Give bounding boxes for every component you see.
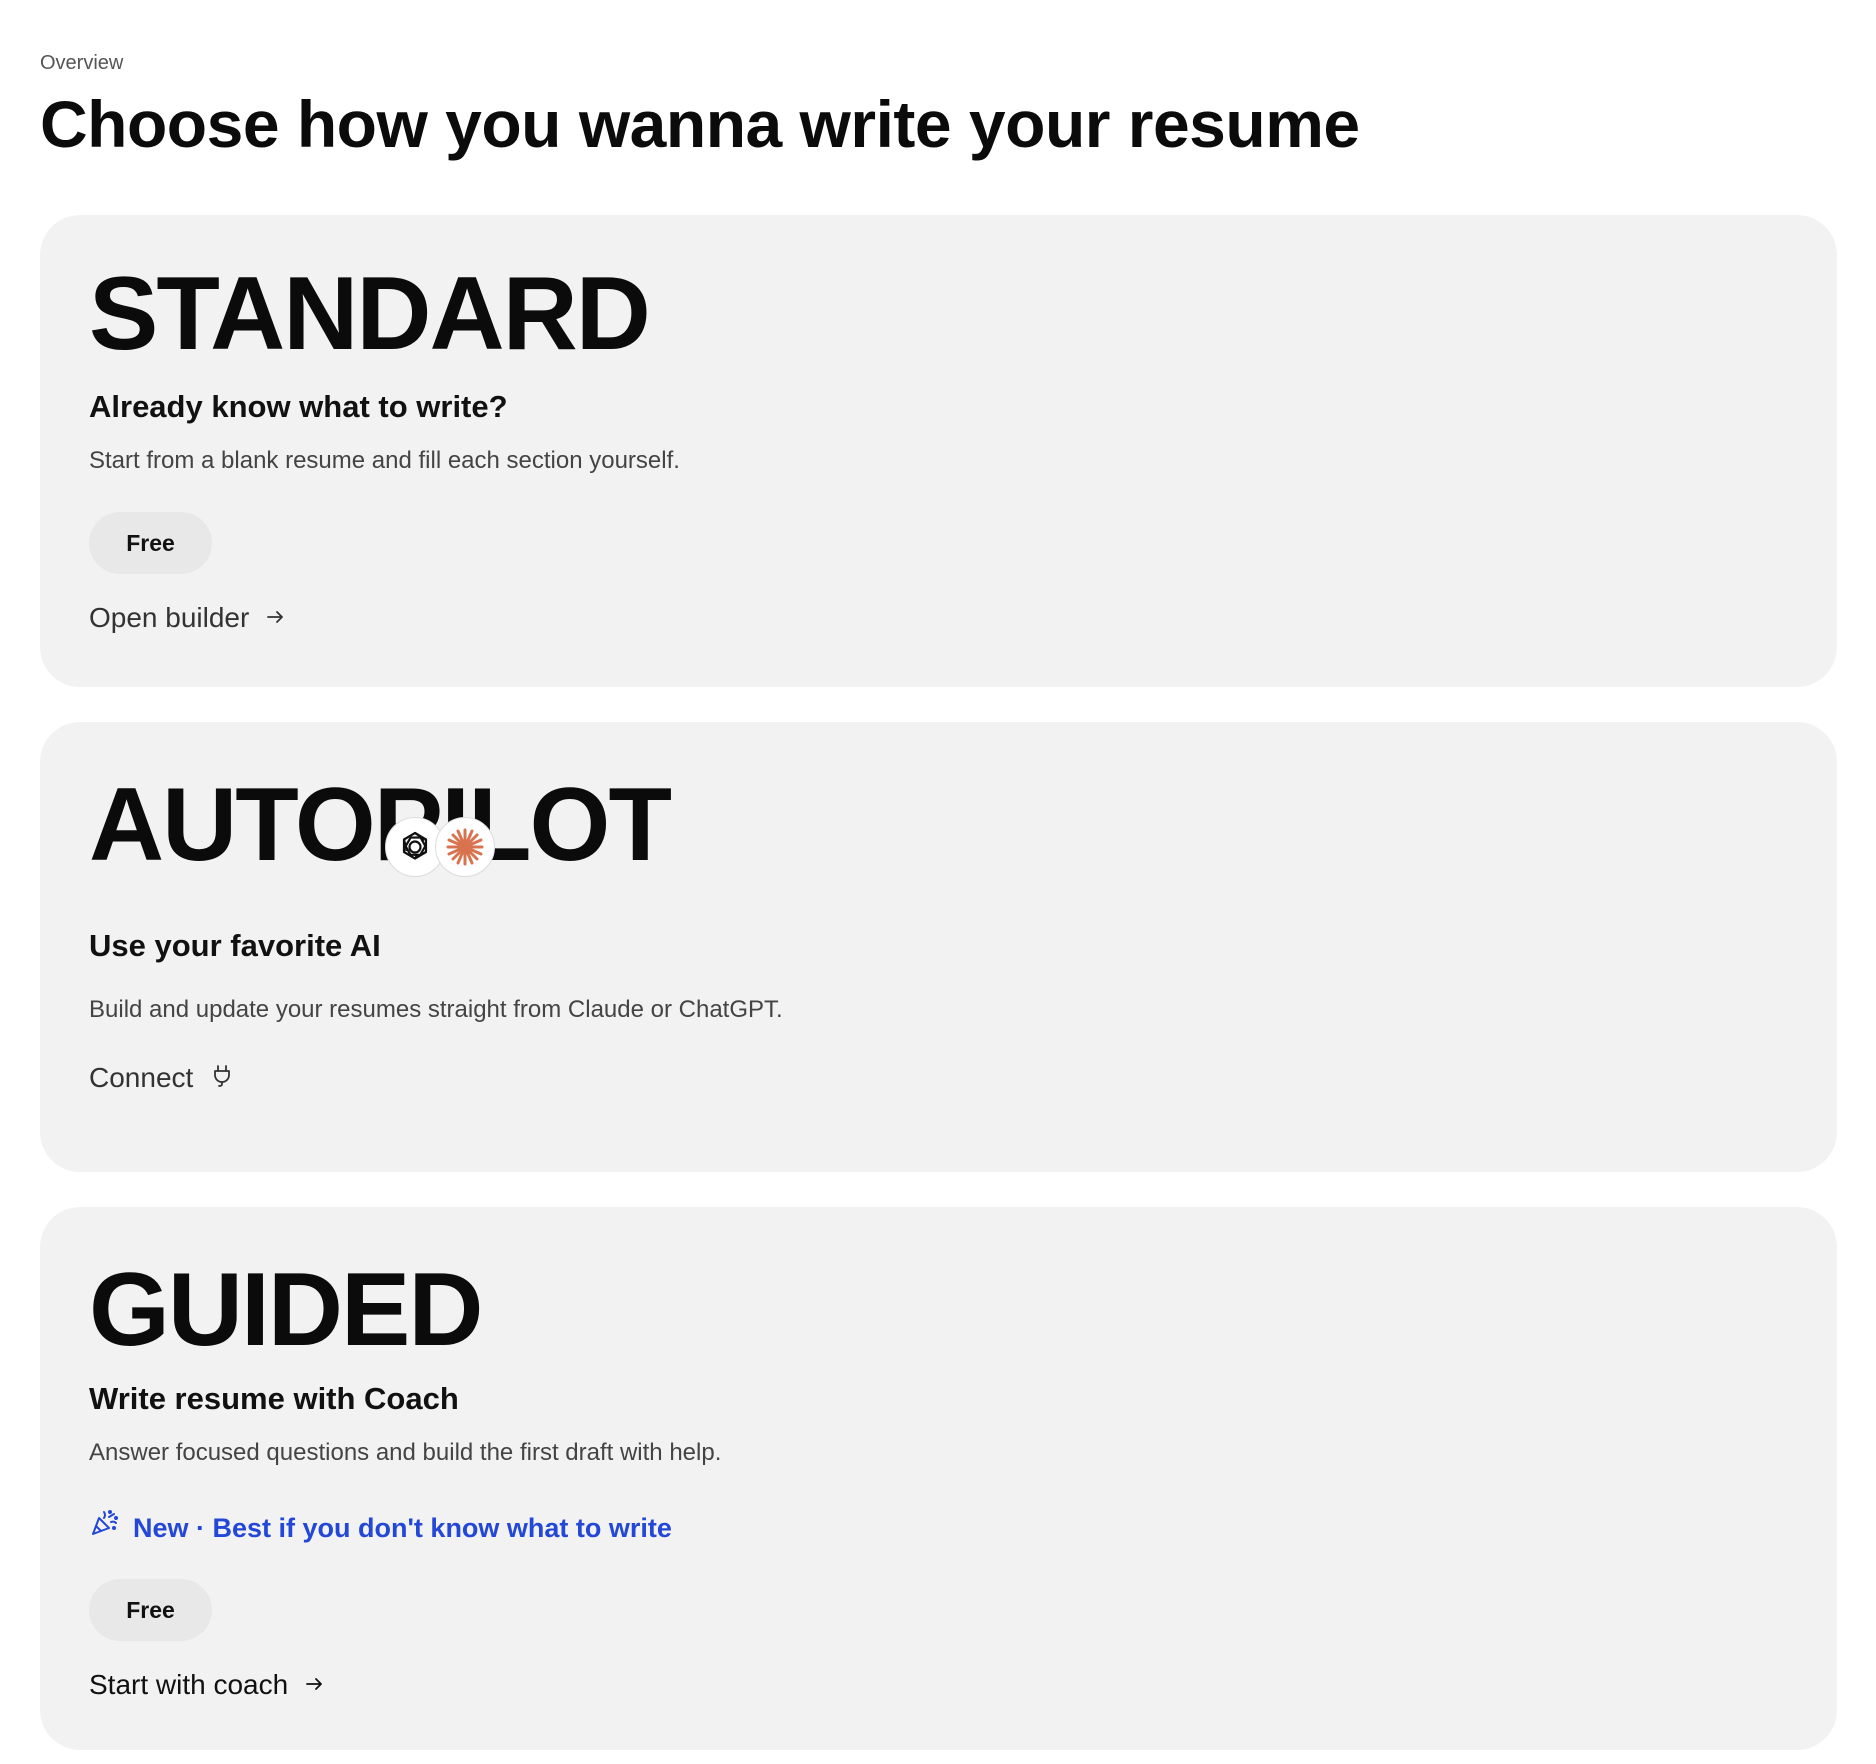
party-popper-icon bbox=[89, 1508, 119, 1547]
action-label: Open builder bbox=[89, 602, 250, 633]
open-builder-button[interactable]: Open builder bbox=[89, 600, 285, 636]
card-subtitle: Already know what to write? bbox=[89, 389, 508, 424]
mode-title-autopilot: AUTOPILOT bbox=[89, 767, 672, 883]
card-description: Build and update your resumes straight f… bbox=[89, 996, 783, 1023]
new-feature-tag-label: New · Best if you don't know what to wri… bbox=[133, 1512, 672, 1543]
arrow-right-icon bbox=[306, 1675, 324, 1695]
card-description: Start from a blank resume and fill each … bbox=[89, 447, 680, 474]
mode-title-guided: GUIDED bbox=[89, 1252, 483, 1368]
free-badge: Free bbox=[89, 512, 212, 574]
ai-logos bbox=[385, 817, 497, 879]
connect-button[interactable]: Connect bbox=[89, 1060, 233, 1096]
card-description: Answer focused questions and build the f… bbox=[89, 1439, 722, 1466]
standard-mode-card[interactable]: STANDARD Already know what to write? Sta… bbox=[40, 215, 1837, 687]
breadcrumb[interactable]: Overview bbox=[40, 50, 123, 76]
action-label: Start with coach bbox=[89, 1669, 289, 1700]
arrow-right-icon bbox=[267, 608, 285, 628]
action-label: Connect bbox=[89, 1062, 194, 1093]
card-subtitle: Write resume with Coach bbox=[89, 1381, 459, 1416]
plug-icon bbox=[211, 1064, 233, 1092]
claude-logo-icon bbox=[435, 817, 495, 877]
new-feature-tag: New · Best if you don't know what to wri… bbox=[89, 1508, 672, 1547]
card-subtitle: Use your favorite AI bbox=[89, 928, 381, 963]
mode-title-standard: STANDARD bbox=[89, 256, 651, 372]
page-title: Choose how you wanna write your resume bbox=[40, 87, 1360, 161]
guided-mode-card[interactable]: GUIDED Write resume with Coach Answer fo… bbox=[40, 1207, 1837, 1750]
free-badge: Free bbox=[89, 1579, 212, 1641]
start-with-coach-button[interactable]: Start with coach bbox=[89, 1667, 324, 1703]
autopilot-mode-card[interactable]: AUTOPILOT Use your favorite AI Build and… bbox=[40, 722, 1837, 1172]
